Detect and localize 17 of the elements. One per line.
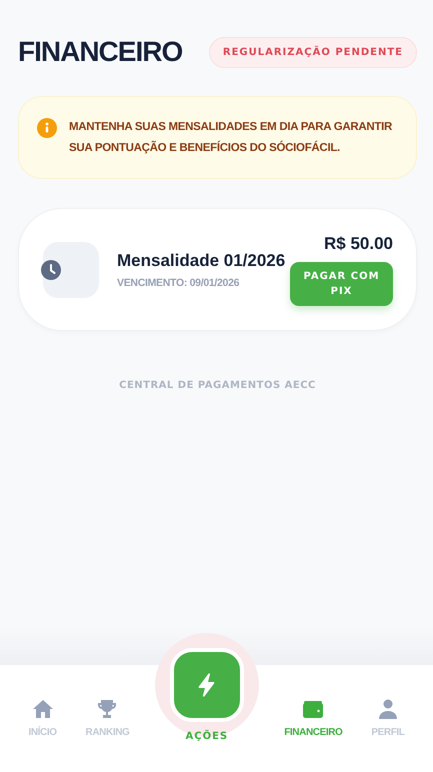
- payment-amount: R$ 50.00: [324, 234, 393, 254]
- home-icon: [30, 697, 55, 721]
- status-badge: REGULARIZAÇÃO PENDENTE: [208, 36, 417, 68]
- nav-tab[interactable]: RANKING: [82, 665, 134, 738]
- nav-tab[interactable]: PERFIL: [367, 665, 409, 738]
- pay-button[interactable]: PAGAR COM PIX: [290, 262, 393, 306]
- nav-tab[interactable]: INÍCIO: [24, 665, 61, 738]
- nav-label[interactable]: AÇÕES: [186, 731, 228, 742]
- page-title: FINANCEIRO: [18, 36, 182, 68]
- info-icon: [37, 118, 57, 138]
- due-date: VENCIMENTO: 09/01/2026: [117, 276, 240, 288]
- footer-text: CENTRAL DE PAGAMENTOS AECC: [118, 380, 317, 391]
- clock-icon: [41, 260, 61, 280]
- alert-text: MANTENHA SUAS MENSALIDADES EM DIA PARA GARANTIR SUA PONTUAÇÃO E BENEFÍCIOS DO SÓCIOFÁCIL.: [69, 120, 394, 156]
- payment-title: Mensalidade 01/2026: [117, 250, 286, 270]
- action-button[interactable]: [170, 648, 244, 722]
- nav-tab[interactable]: FINANCEIRO: [280, 665, 346, 738]
